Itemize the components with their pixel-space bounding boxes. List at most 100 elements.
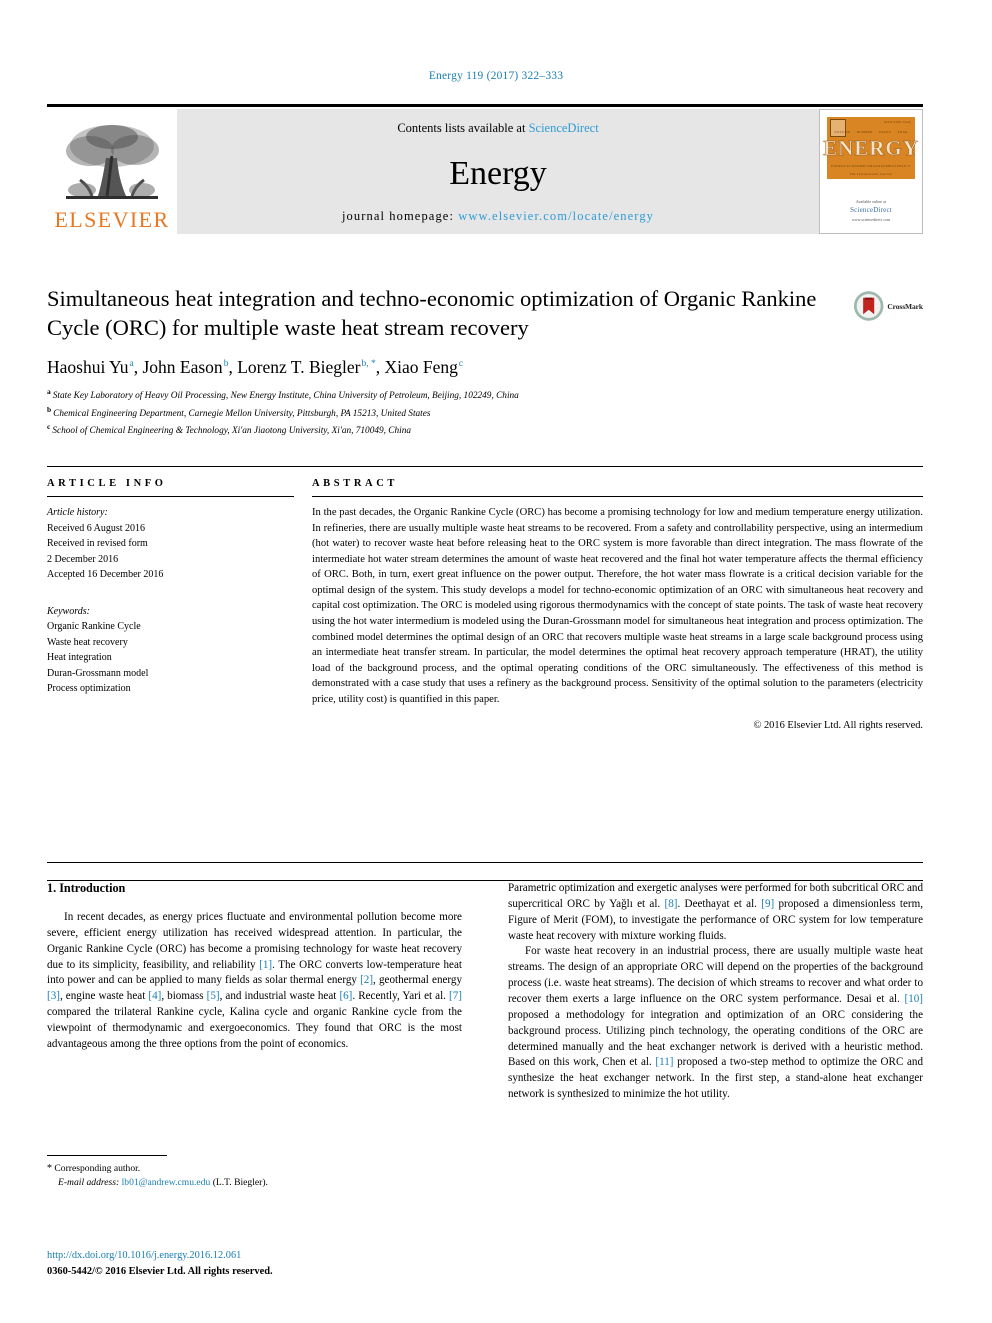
- affiliation-mark: c: [47, 421, 51, 431]
- abstract-column: ABSTRACT In the past decades, the Organi…: [312, 478, 923, 742]
- keywords-label: Keywords:: [47, 605, 90, 617]
- article-history-item: Received 6 August 2016: [47, 522, 146, 534]
- homepage-prefix: journal homepage:: [341, 209, 459, 223]
- affiliation-item: b Chemical Engineering Department, Carneg…: [47, 404, 923, 421]
- corresponding-author-marker: *: [47, 1163, 52, 1174]
- citation-ref[interactable]: [5]: [207, 990, 220, 1002]
- cover-banner: ISSN 0360-5442 VOLUME NUMBER PAGES YEAR ENE…: [823, 117, 918, 179]
- author-affiliation-mark: a: [129, 358, 134, 369]
- keyword-item: Duran-Grossmann model: [47, 667, 149, 679]
- citation-ref[interactable]: [8]: [665, 898, 678, 910]
- crossmark-icon: [853, 291, 884, 321]
- citation-ref[interactable]: [9]: [761, 898, 774, 910]
- citation-ref[interactable]: [6]: [339, 990, 352, 1002]
- citation-ref[interactable]: [7]: [449, 990, 462, 1002]
- cover-subtitle: The International Journal: [849, 172, 893, 176]
- elsevier-wordmark: ELSEVIER: [54, 207, 170, 232]
- footnote-divider: [47, 1155, 167, 1156]
- body-section: 1. Introduction In recent decades, as en…: [47, 880, 923, 1103]
- article-history-item: Accepted 16 December 2016: [47, 569, 164, 580]
- corresponding-author-note: * Corresponding author.: [47, 1161, 462, 1176]
- journal-band: Contents lists available at ScienceDirec…: [177, 109, 819, 234]
- corresponding-author-text: Corresponding author.: [54, 1163, 141, 1174]
- body-column-right: Parametric optimization and exergetic an…: [508, 881, 923, 1103]
- keyword-item: Organic Rankine Cycle: [47, 621, 141, 632]
- author-affiliation-mark: c: [458, 358, 464, 369]
- citation-ref[interactable]: [3]: [47, 990, 60, 1002]
- contents-prefix: Contents lists available at: [397, 121, 529, 135]
- author-affiliation-mark: b, *: [361, 358, 376, 369]
- body-column-left: 1. Introduction In recent decades, as en…: [47, 881, 462, 1103]
- article-history-item: Received in revised form: [47, 538, 148, 549]
- paragraph: For waste heat recovery in an industrial…: [508, 945, 923, 1101]
- keyword-item: Process optimization: [47, 683, 131, 694]
- article-info-abstract-section: ARTICLE INFO Article history: Received 6…: [47, 466, 923, 742]
- abstract-text: In the past decades, the Organic Rankine…: [312, 507, 923, 705]
- article-history-item: 2 December 2016: [47, 553, 119, 565]
- author-name: Lorenz T. Biegler: [237, 356, 361, 377]
- cover-bottom-labels: ENERGY ECONOMICS MANAGEMENT POLICY: [831, 164, 911, 168]
- email-note: E-mail address: lb01@andrew.cmu.edu (L.T…: [47, 1176, 462, 1190]
- contents-available-line: Contents lists available at ScienceDirec…: [397, 121, 598, 136]
- body-top-divider: [47, 862, 923, 863]
- email-owner: (L.T. Biegler).: [212, 1177, 268, 1189]
- citation-ref[interactable]: [2]: [360, 974, 373, 986]
- elsevier-tree-icon: [66, 125, 159, 199]
- cover-footer-url: www.sciencedirect.com: [851, 216, 891, 222]
- affiliation-mark: a: [47, 387, 51, 397]
- abstract-copyright: © 2016 Elsevier Ltd. All rights reserved…: [753, 720, 924, 732]
- paragraph: In recent decades, as energy prices fluc…: [47, 911, 463, 1050]
- article-info-column: ARTICLE INFO Article history: Received 6…: [47, 478, 312, 742]
- citation-ref[interactable]: [11]: [655, 1056, 673, 1068]
- crossmark-label: CrossMark: [887, 301, 923, 311]
- citation-ref[interactable]: [4]: [148, 990, 161, 1002]
- affiliation-text: Chemical Engineering Department, Carnegi…: [53, 408, 431, 419]
- article-info-heading: ARTICLE INFO: [47, 478, 167, 489]
- cover-issn-text: ISSN 0360-5442: [883, 120, 911, 124]
- journal-cover-thumbnail: ISSN 0360-5442 VOLUME NUMBER PAGES YEAR ENE…: [819, 109, 923, 234]
- paragraph: Parametric optimization and exergetic an…: [508, 882, 924, 942]
- email-label: E-mail address:: [58, 1177, 120, 1189]
- cover-footer-brand: ScienceDirect: [850, 206, 892, 215]
- author-entry: Lorenz T. Bieglerb, *: [237, 357, 376, 377]
- email-link[interactable]: lb01@andrew.cmu.edu: [122, 1177, 211, 1188]
- keyword-item: Heat integration: [47, 652, 112, 663]
- citation-ref[interactable]: [10]: [905, 993, 923, 1005]
- affiliation-item: a State Key Laboratory of Heavy Oil Proce…: [47, 386, 923, 403]
- section-title: Introduction: [59, 881, 126, 895]
- doi-link[interactable]: http://dx.doi.org/10.1016/j.energy.2016.…: [47, 1248, 547, 1264]
- affiliation-text: State Key Laboratory of Heavy Oil Proces…: [52, 391, 519, 402]
- section-heading-introduction: 1. Introduction: [47, 881, 462, 896]
- journal-article-page: Energy 119 (2017) 322–333 ELSEVIER Conte…: [0, 0, 992, 1323]
- page-title: Simultaneous heat integration and techno…: [47, 286, 817, 340]
- abstract-heading: ABSTRACT: [312, 478, 398, 489]
- running-head: Energy 119 (2017) 322–333: [428, 70, 564, 82]
- affiliation-text: School of Chemical Engineering & Technol…: [52, 426, 412, 436]
- cover-journal-title: ENERGY: [823, 135, 919, 160]
- author-entry: John Easonb: [142, 357, 228, 377]
- sciencedirect-link[interactable]: ScienceDirect: [529, 121, 599, 135]
- author-entry: Xiao Fengc: [384, 357, 463, 377]
- affiliation-mark: b: [47, 404, 52, 414]
- citation-ref[interactable]: [1]: [259, 959, 272, 971]
- footnote-block: * Corresponding author. E-mail address: …: [47, 1155, 462, 1191]
- article-history-label: Article history:: [47, 507, 108, 518]
- section-number: 1.: [47, 881, 57, 895]
- author-entry: Haoshui Yua: [47, 357, 134, 377]
- author-list: Haoshui Yua, John Easonb, Lorenz T. Bieg…: [47, 356, 464, 377]
- author-name: John Eason: [142, 356, 223, 377]
- affiliation-list: a State Key Laboratory of Heavy Oil Proce…: [47, 386, 923, 438]
- cover-top-labels: VOLUME NUMBER PAGES YEAR: [834, 130, 908, 134]
- elsevier-logo: ELSEVIER: [47, 109, 177, 234]
- author-affiliation-mark: b: [223, 358, 229, 369]
- imprint-block: http://dx.doi.org/10.1016/j.energy.2016.…: [47, 1248, 547, 1279]
- affiliation-item: c School of Chemical Engineering & Techno…: [47, 421, 923, 438]
- author-name: Xiao Feng: [384, 356, 458, 377]
- crossmark-badge[interactable]: CrossMark: [853, 285, 923, 327]
- issn-copyright-line: 0360-5442/© 2016 Elsevier Ltd. All right…: [47, 1265, 273, 1277]
- title-block: CrossMark Simultaneous heat integration …: [47, 285, 923, 438]
- journal-masthead: ELSEVIER Contents lists available at Sci…: [47, 104, 923, 234]
- article-info-divider: [47, 496, 294, 497]
- journal-homepage-link[interactable]: www.elsevier.com/locate/energy: [458, 209, 654, 223]
